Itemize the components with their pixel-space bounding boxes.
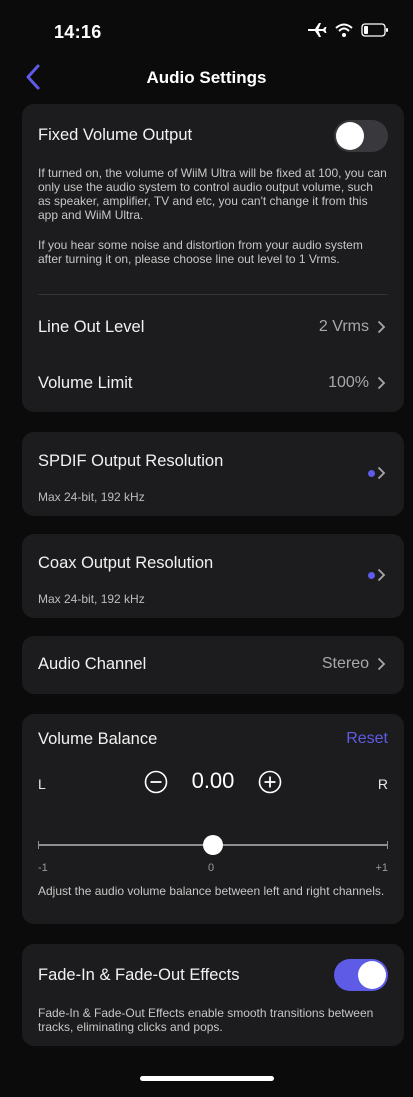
reset-button[interactable]: Reset xyxy=(346,730,388,748)
slider-max-label: +1 xyxy=(375,862,388,874)
divider xyxy=(38,294,388,295)
balance-value: 0.00 xyxy=(191,768,235,793)
slider-tick-right xyxy=(387,841,388,849)
fade-effects-toggle[interactable] xyxy=(334,959,388,991)
status-time: 14:16 xyxy=(54,22,102,42)
fade-effects-title: Fade-In & Fade-Out Effects xyxy=(38,966,240,984)
chevron-right-icon xyxy=(377,568,386,582)
home-indicator xyxy=(140,1076,274,1081)
toggle-knob xyxy=(358,961,386,989)
wifi-icon xyxy=(335,23,353,37)
volume-limit-value: 100% xyxy=(328,374,386,392)
audio-channel-label: Audio Channel xyxy=(38,655,147,673)
line-out-level-text: 2 Vrms xyxy=(318,318,369,335)
coax-indicator xyxy=(368,568,386,582)
audio-channel-row[interactable]: Audio Channel Stereo xyxy=(22,636,404,694)
audio-channel-text: Stereo xyxy=(321,655,369,672)
coax-output-resolution-label: Coax Output Resolution xyxy=(38,554,214,572)
new-indicator-dot xyxy=(368,571,375,579)
balance-slider[interactable] xyxy=(38,835,388,855)
volume-balance-card: Volume Balance Reset L R 0.00 -1 0 +1 Ad… xyxy=(22,714,404,924)
fixed-volume-description: If turned on, the volume of WiiM Ultra w… xyxy=(38,166,387,222)
spdif-indicator xyxy=(368,466,386,480)
chevron-right-icon xyxy=(377,657,386,671)
spdif-output-resolution-label: SPDIF Output Resolution xyxy=(38,452,224,470)
coax-output-resolution-row[interactable]: Coax Output Resolution Max 24-bit, 192 k… xyxy=(22,534,404,618)
slider-tick-left xyxy=(38,841,39,849)
line-out-level-label: Line Out Level xyxy=(38,318,145,336)
balance-slider-thumb[interactable] xyxy=(203,835,223,855)
spdif-output-resolution-subtitle: Max 24-bit, 192 kHz xyxy=(38,490,145,504)
chevron-right-icon xyxy=(377,376,386,390)
audio-channel-value: Stereo xyxy=(322,655,386,673)
chevron-right-icon xyxy=(377,320,386,334)
status-bar: 14:16 xyxy=(0,0,413,58)
navigation-bar: Audio Settings xyxy=(0,60,413,96)
plus-circle-icon[interactable] xyxy=(258,770,282,794)
volume-limit-label: Volume Limit xyxy=(38,374,133,392)
coax-output-resolution-subtitle: Max 24-bit, 192 kHz xyxy=(38,592,145,606)
new-indicator-dot xyxy=(368,469,375,477)
fixed-volume-title: Fixed Volume Output xyxy=(38,126,193,144)
volume-limit-text: 100% xyxy=(328,374,369,391)
slider-mid-label: 0 xyxy=(208,862,215,874)
line-out-level-value: 2 Vrms xyxy=(319,318,386,336)
toggle-knob xyxy=(336,122,364,150)
page-title: Audio Settings xyxy=(146,68,267,87)
volume-balance-title: Volume Balance xyxy=(38,730,158,748)
volume-balance-description: Adjust the audio volume balance between … xyxy=(38,884,385,898)
line-out-level-row[interactable]: Line Out Level 2 Vrms xyxy=(22,300,404,356)
fixed-volume-warning: If you hear some noise and distortion fr… xyxy=(38,238,363,266)
slider-min-label: -1 xyxy=(38,862,48,874)
volume-limit-row[interactable]: Volume Limit 100% xyxy=(22,356,404,412)
chevron-right-icon xyxy=(377,466,386,480)
battery-icon xyxy=(361,23,388,37)
output-settings-card: Fixed Volume Output If turned on, the vo… xyxy=(22,104,404,412)
spdif-output-resolution-row[interactable]: SPDIF Output Resolution Max 24-bit, 192 … xyxy=(22,432,404,516)
airplane-icon xyxy=(308,23,327,37)
fade-effects-card: Fade-In & Fade-Out Effects Fade-In & Fad… xyxy=(22,944,404,1046)
fixed-volume-toggle[interactable] xyxy=(334,120,388,152)
fade-effects-description: Fade-In & Fade-Out Effects enable smooth… xyxy=(38,1006,374,1034)
